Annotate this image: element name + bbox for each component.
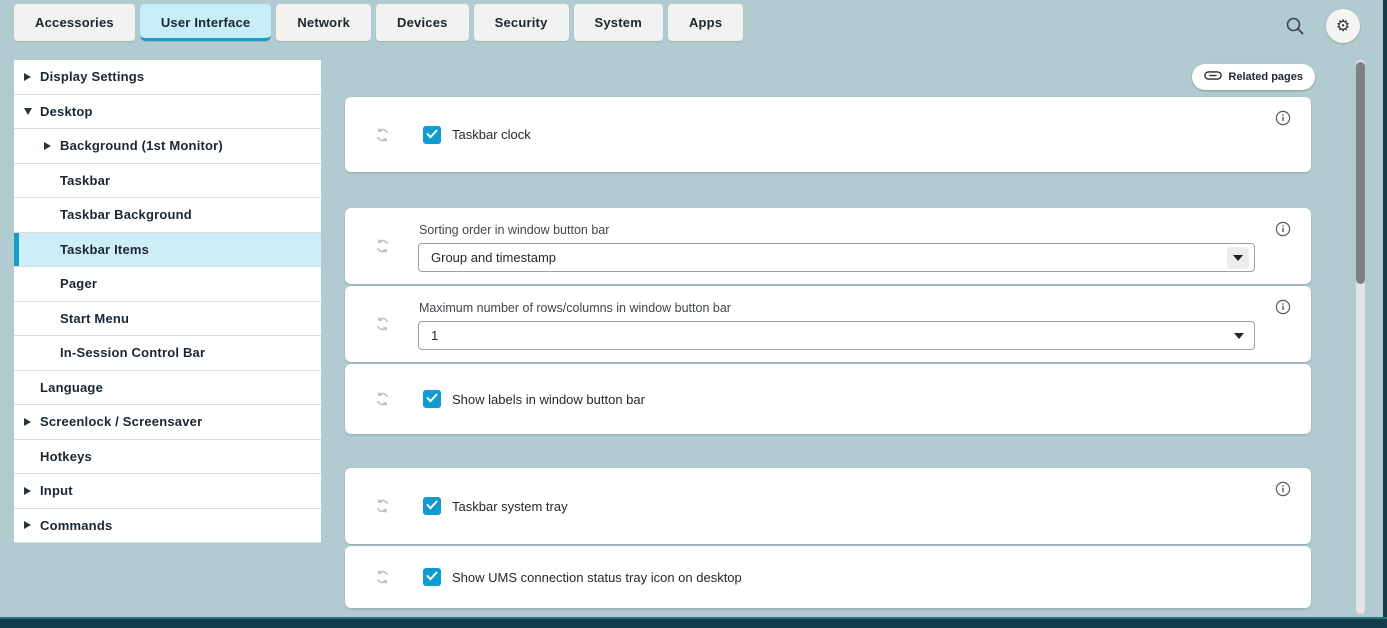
sidebar-item-desktop[interactable]: Desktop bbox=[14, 95, 321, 130]
sidebar-item-label: Taskbar bbox=[60, 173, 110, 188]
dropdown-selected-value: Group and timestamp bbox=[431, 250, 556, 265]
setting-label: Maximum number of rows/columns in window… bbox=[419, 301, 731, 315]
vertical-scrollbar[interactable] bbox=[1356, 60, 1365, 614]
sidebar-item-taskbar-items[interactable]: Taskbar Items bbox=[14, 233, 321, 268]
setting-card-system-tray: Taskbar system tray bbox=[345, 468, 1311, 544]
sidebar-item-display-settings[interactable]: Display Settings bbox=[14, 60, 321, 95]
sidebar-item-label: Desktop bbox=[40, 104, 93, 119]
setting-card-show-labels: Show labels in window button bar bbox=[345, 364, 1311, 434]
link-icon bbox=[1204, 70, 1222, 84]
sidebar-item-screenlock-screensaver[interactable]: Screenlock / Screensaver bbox=[14, 405, 321, 440]
sidebar-item-label: Background (1st Monitor) bbox=[60, 138, 223, 153]
sidebar-item-label: Commands bbox=[40, 518, 112, 533]
reset-to-default-icon[interactable] bbox=[375, 239, 390, 254]
sidebar-item-input[interactable]: Input bbox=[14, 474, 321, 509]
setting-label: Taskbar system tray bbox=[452, 499, 568, 514]
sidebar-item-label: In-Session Control Bar bbox=[60, 345, 205, 360]
setting-card-sorting-order: Sorting order in window button bar Group… bbox=[345, 208, 1311, 284]
sidebar-item-pager[interactable]: Pager bbox=[14, 267, 321, 302]
ums-tray-icon-checkbox[interactable] bbox=[423, 568, 441, 586]
settings-panel: Related pages Taskbar clock Sorting orde… bbox=[345, 0, 1311, 628]
dropdown-caret-icon bbox=[1227, 247, 1249, 269]
chevron-down-icon bbox=[24, 108, 40, 115]
setting-label: Sorting order in window button bar bbox=[419, 223, 609, 237]
reset-to-default-icon[interactable] bbox=[375, 392, 390, 407]
setting-label: Show UMS connection status tray icon on … bbox=[452, 570, 742, 585]
sidebar-item-label: Screenlock / Screensaver bbox=[40, 414, 202, 429]
sidebar-item-hotkeys[interactable]: Hotkeys bbox=[14, 440, 321, 475]
sidebar-item-background-1st-monitor[interactable]: Background (1st Monitor) bbox=[14, 129, 321, 164]
chevron-right-icon bbox=[44, 142, 60, 150]
sidebar-item-taskbar[interactable]: Taskbar bbox=[14, 164, 321, 199]
chevron-right-icon bbox=[24, 73, 40, 81]
related-pages-button[interactable]: Related pages bbox=[1192, 64, 1315, 90]
reset-to-default-icon[interactable] bbox=[375, 127, 390, 142]
sidebar-item-in-session-control-bar[interactable]: In-Session Control Bar bbox=[14, 336, 321, 371]
sidebar-item-label: Start Menu bbox=[60, 311, 129, 326]
sidebar-item-taskbar-background[interactable]: Taskbar Background bbox=[14, 198, 321, 233]
sidebar-item-label: Input bbox=[40, 483, 73, 498]
setting-card-max-rows-columns: Maximum number of rows/columns in window… bbox=[345, 286, 1311, 362]
sidebar-item-label: Hotkeys bbox=[40, 449, 92, 464]
system-tray-checkbox[interactable] bbox=[423, 497, 441, 515]
settings-window: Accessories User Interface Network Devic… bbox=[0, 0, 1387, 628]
dropdown-selected-value: 1 bbox=[431, 328, 438, 343]
reset-to-default-icon[interactable] bbox=[375, 317, 390, 332]
gear-icon: ⚙ bbox=[1336, 16, 1350, 36]
sidebar-item-language[interactable]: Language bbox=[14, 371, 321, 406]
sidebar-item-label: Display Settings bbox=[40, 69, 144, 84]
setting-label: Show labels in window button bar bbox=[452, 392, 645, 407]
related-pages-label: Related pages bbox=[1228, 71, 1303, 83]
chevron-right-icon bbox=[24, 418, 40, 426]
profile-settings-button[interactable]: ⚙ bbox=[1326, 9, 1360, 43]
dropdown-caret-icon bbox=[1234, 333, 1244, 339]
reset-to-default-icon[interactable] bbox=[375, 499, 390, 514]
sorting-order-dropdown[interactable]: Group and timestamp bbox=[418, 243, 1255, 272]
check-icon bbox=[426, 390, 438, 408]
sidebar-item-label: Language bbox=[40, 380, 103, 395]
settings-tree-sidebar: Display Settings Desktop Background (1st… bbox=[14, 60, 321, 543]
check-icon bbox=[426, 126, 438, 144]
info-icon[interactable] bbox=[1275, 299, 1291, 315]
info-icon[interactable] bbox=[1275, 221, 1291, 237]
taskbar-clock-checkbox[interactable] bbox=[423, 126, 441, 144]
setting-label: Taskbar clock bbox=[452, 127, 531, 142]
setting-card-ums-tray-icon: Show UMS connection status tray icon on … bbox=[345, 546, 1311, 608]
tab-user-interface[interactable]: User Interface bbox=[140, 4, 272, 41]
setting-card-taskbar-clock: Taskbar clock bbox=[345, 97, 1311, 172]
sidebar-item-commands[interactable]: Commands bbox=[14, 509, 321, 544]
show-labels-checkbox[interactable] bbox=[423, 390, 441, 408]
info-icon[interactable] bbox=[1275, 110, 1291, 126]
chevron-right-icon bbox=[24, 521, 40, 529]
reset-to-default-icon[interactable] bbox=[375, 570, 390, 585]
check-icon bbox=[426, 568, 438, 586]
window-border-bottom bbox=[0, 617, 1387, 628]
sidebar-item-label: Pager bbox=[60, 276, 97, 291]
tab-accessories[interactable]: Accessories bbox=[14, 4, 135, 41]
sidebar-item-start-menu[interactable]: Start Menu bbox=[14, 302, 321, 337]
window-border-right bbox=[1383, 0, 1387, 628]
sidebar-item-label: Taskbar Background bbox=[60, 207, 192, 222]
max-rows-columns-dropdown[interactable]: 1 bbox=[418, 321, 1255, 350]
chevron-right-icon bbox=[24, 487, 40, 495]
check-icon bbox=[426, 497, 438, 515]
sidebar-item-label: Taskbar Items bbox=[60, 242, 149, 257]
scrollbar-thumb[interactable] bbox=[1356, 62, 1365, 284]
info-icon[interactable] bbox=[1275, 481, 1291, 497]
